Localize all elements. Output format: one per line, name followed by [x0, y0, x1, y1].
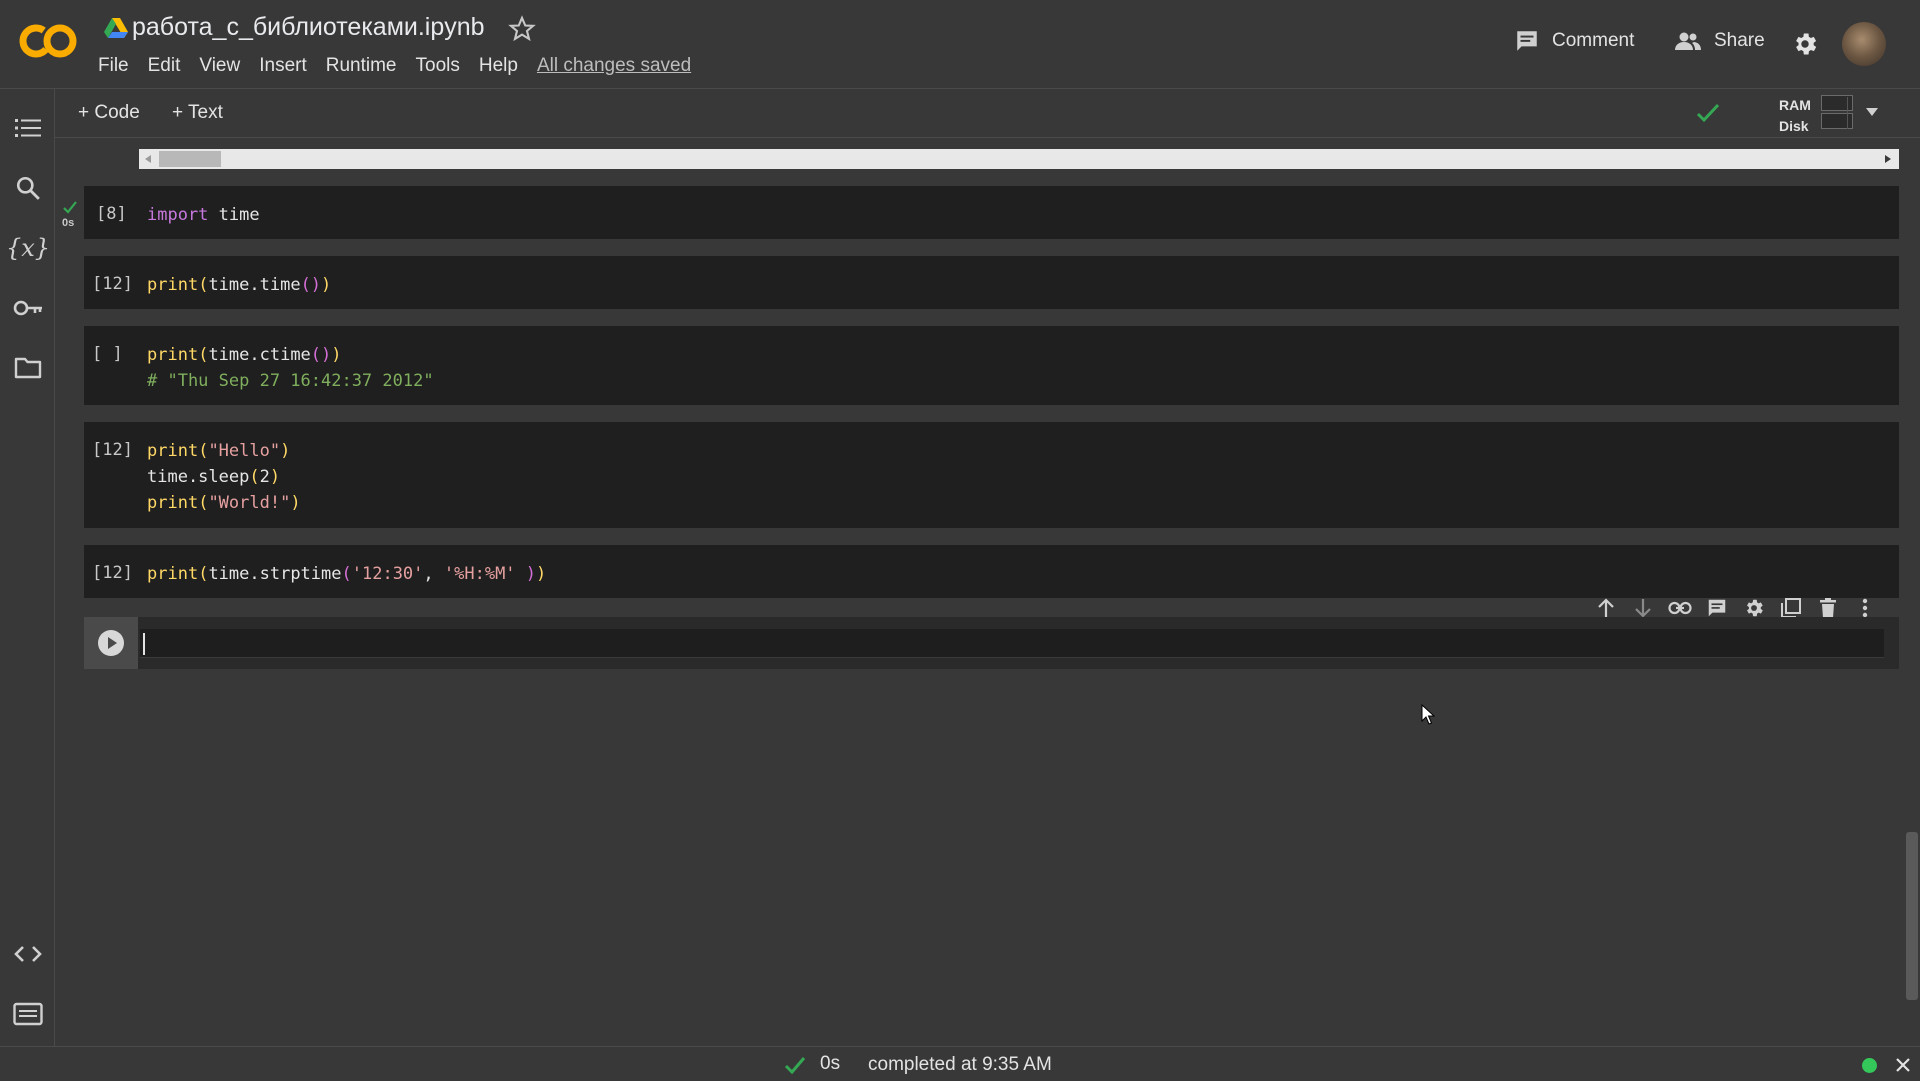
menu-insert[interactable]: Insert	[259, 55, 307, 77]
play-icon	[98, 630, 124, 656]
variables-icon[interactable]: {x}	[6, 232, 50, 264]
execution-count: [12]	[92, 440, 133, 460]
code-cell[interactable]: [12] print(time.time())	[84, 256, 1899, 309]
cell-code[interactable]: print("Hello") time.sleep(2) print("Worl…	[147, 438, 301, 516]
disk-usage-bar[interactable]	[1821, 113, 1853, 129]
menu-bar: File Edit View Insert Runtime Tools Help…	[98, 55, 710, 77]
menu-view[interactable]: View	[199, 55, 240, 77]
user-avatar[interactable]	[1842, 22, 1886, 66]
execution-count: [12]	[92, 563, 133, 583]
text-caret	[143, 633, 145, 655]
menu-runtime[interactable]: Runtime	[326, 55, 397, 77]
cell-exec-time: 0s	[62, 217, 75, 229]
menu-file[interactable]: File	[98, 55, 129, 77]
mouse-cursor-icon	[1421, 704, 1435, 725]
close-status-icon[interactable]	[1896, 1058, 1910, 1072]
notebook-title[interactable]: работа_с_библиотеками.ipynb	[132, 13, 485, 42]
toolbar-divider	[1847, 97, 1848, 129]
cell-code[interactable]: print(time.ctime()) # "Thu Sep 27 16:42:…	[147, 342, 434, 394]
code-cell[interactable]: [12] print(time.strptime('12:30', '%H:%M…	[84, 545, 1899, 598]
save-status-link[interactable]: All changes saved	[537, 55, 691, 77]
vertical-scrollbar-thumb[interactable]	[1906, 832, 1918, 1000]
share-label: Share	[1714, 30, 1765, 51]
runtime-dropdown-arrow-icon[interactable]	[1865, 106, 1879, 118]
share-people-icon	[1675, 32, 1701, 50]
google-drive-icon[interactable]	[104, 17, 128, 39]
secrets-key-icon[interactable]	[12, 292, 44, 324]
status-check-icon	[784, 1057, 806, 1075]
command-palette-icon[interactable]	[12, 998, 44, 1030]
colab-logo-icon[interactable]	[18, 20, 78, 62]
comment-icon	[1517, 31, 1537, 51]
cell-executed-check-icon	[63, 201, 77, 214]
status-elapsed: 0s	[820, 1053, 841, 1074]
scroll-right-arrow-icon[interactable]	[1884, 154, 1892, 164]
left-sidebar: {x}	[0, 89, 55, 1046]
code-cell[interactable]: [8] import time	[84, 186, 1899, 239]
execution-count: [ ]	[92, 344, 123, 364]
share-button[interactable]: Share	[1674, 28, 1765, 54]
status-message[interactable]: completed at 9:35 AM	[868, 1054, 1052, 1076]
code-cell[interactable]: [12] print("Hello") time.sleep(2) print(…	[84, 422, 1899, 528]
run-cell-button[interactable]	[84, 617, 138, 669]
search-icon[interactable]	[12, 172, 44, 204]
disk-label: Disk	[1779, 118, 1809, 134]
ram-disk-labels[interactable]: RAM Disk	[1779, 95, 1811, 137]
menu-help[interactable]: Help	[479, 55, 518, 77]
cell-code[interactable]: print(time.strptime('12:30', '%H:%M' ))	[147, 561, 546, 587]
header: работа_с_библиотеками.ipynb File Edit Vi…	[0, 0, 1920, 89]
connection-status-dot	[1862, 1058, 1877, 1073]
code-snippets-icon[interactable]	[12, 938, 44, 970]
comment-label: Comment	[1552, 30, 1635, 51]
cell-code[interactable]: print(time.time())	[147, 272, 331, 298]
comment-button[interactable]: Comment	[1514, 28, 1634, 54]
cell-code[interactable]: import time	[147, 202, 260, 228]
ram-label: RAM	[1779, 97, 1811, 113]
connected-check-icon	[1696, 103, 1720, 123]
horizontal-scrollbar[interactable]	[139, 149, 1899, 169]
menu-edit[interactable]: Edit	[148, 55, 181, 77]
active-code-cell[interactable]	[84, 617, 1899, 669]
files-folder-icon[interactable]	[12, 352, 44, 384]
menu-tools[interactable]: Tools	[416, 55, 460, 77]
ram-usage-bar[interactable]	[1821, 95, 1853, 111]
status-bar: 0s completed at 9:35 AM	[0, 1046, 1920, 1081]
add-code-cell-button[interactable]: + Code	[78, 102, 140, 124]
scrollbar-thumb[interactable]	[159, 151, 221, 167]
execution-count: [8]	[96, 204, 127, 224]
settings-gear-icon[interactable]	[1791, 30, 1819, 58]
star-icon[interactable]	[508, 15, 536, 43]
add-text-cell-button[interactable]: + Text	[172, 102, 223, 124]
code-editor-input[interactable]	[140, 629, 1884, 658]
scroll-left-arrow-icon[interactable]	[144, 154, 152, 164]
table-of-contents-icon[interactable]	[12, 112, 44, 144]
notebook-toolbar: + Code + Text RAM Disk	[55, 89, 1920, 138]
execution-count: [12]	[92, 274, 133, 294]
code-cell[interactable]: [ ] print(time.ctime()) # "Thu Sep 27 16…	[84, 326, 1899, 405]
